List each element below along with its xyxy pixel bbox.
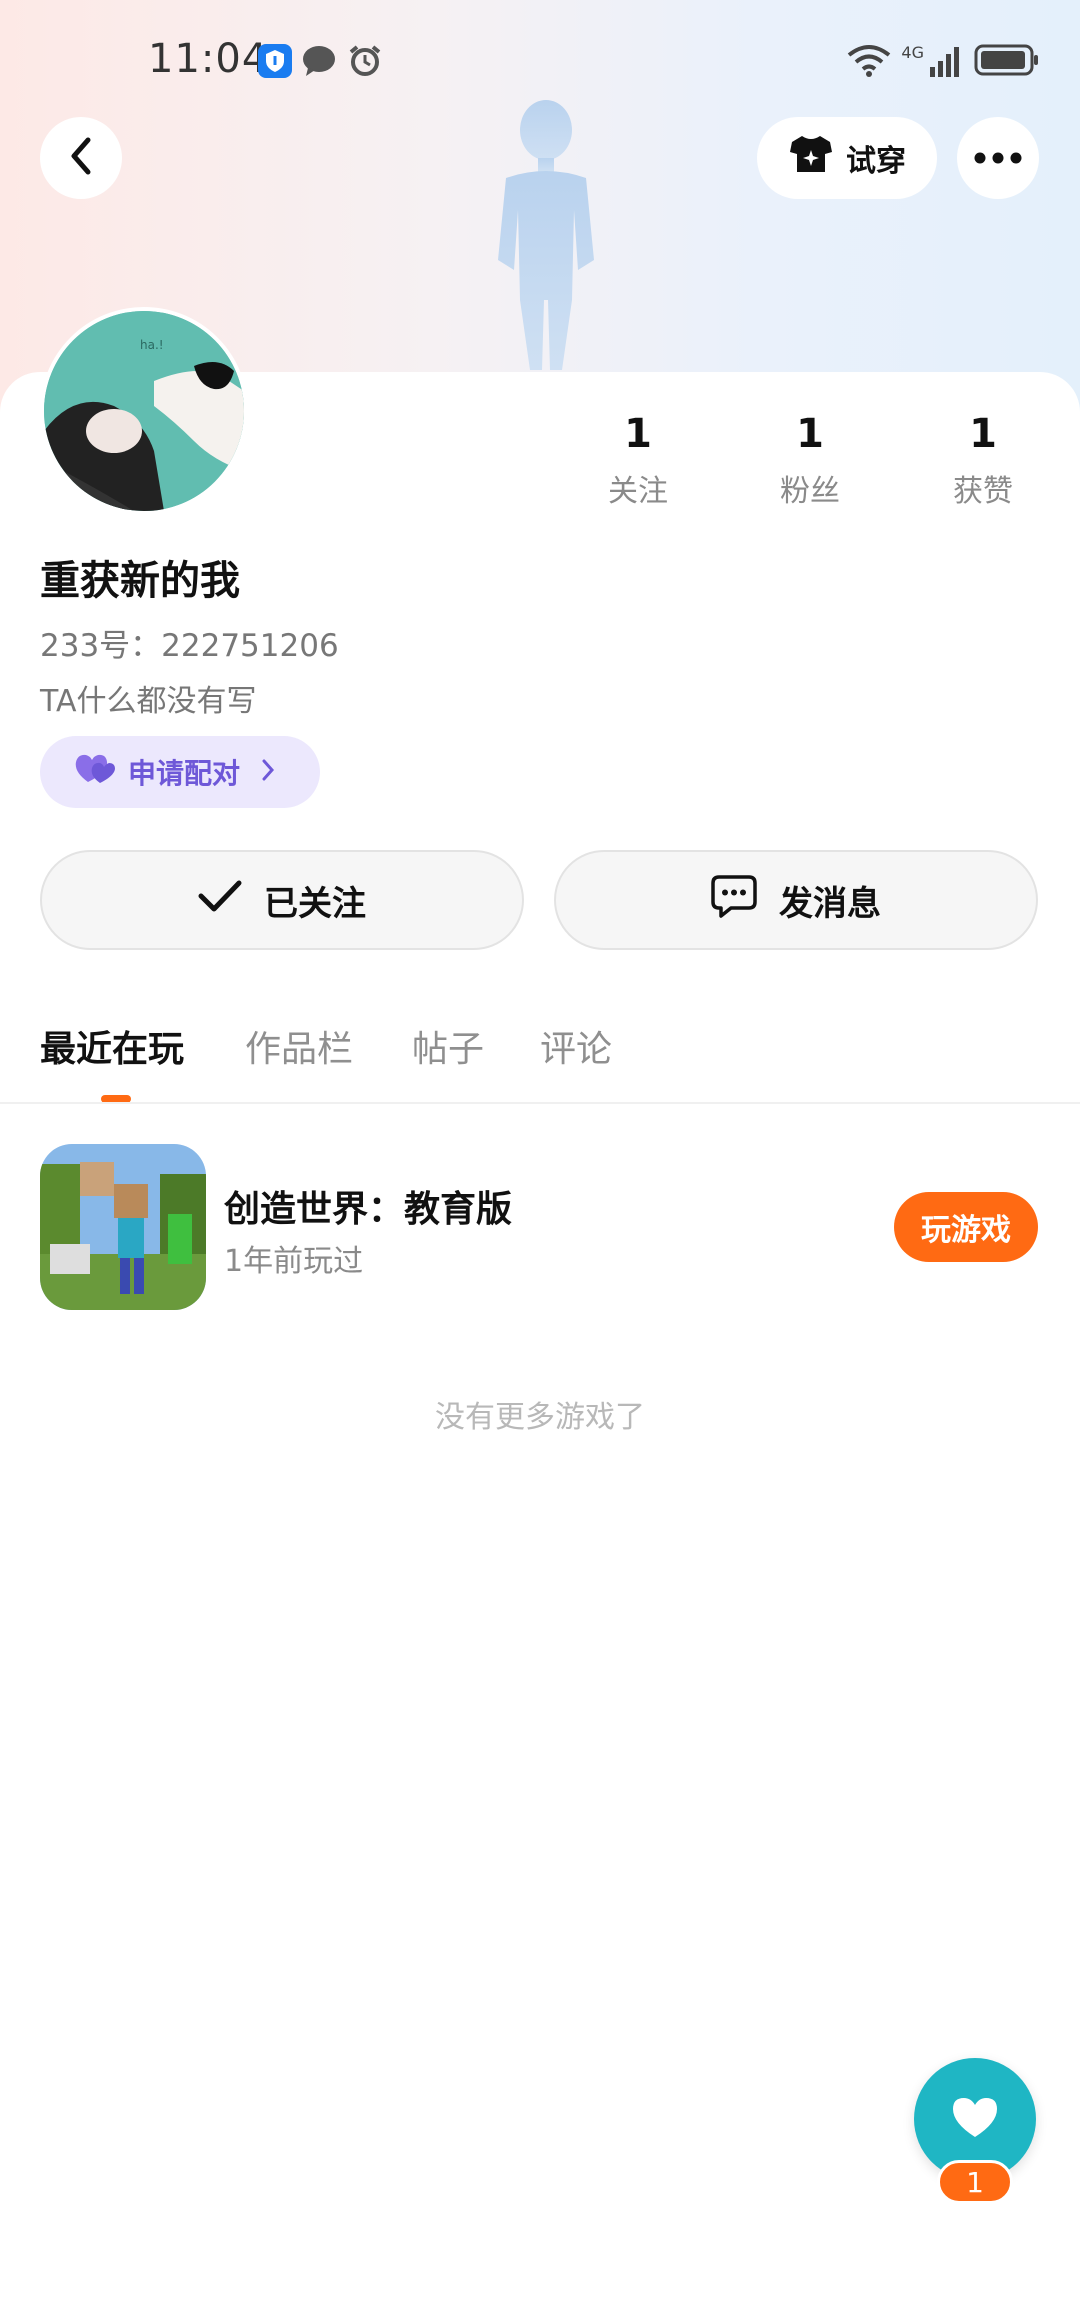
profile-nickname: 重获新的我 bbox=[40, 558, 240, 604]
profile-uid: 233号：222751206 bbox=[40, 628, 339, 664]
tshirt-sparkle-icon bbox=[788, 134, 834, 182]
stat-followers-label: 粉丝 bbox=[780, 474, 840, 509]
signal-icon bbox=[928, 43, 964, 81]
followed-label: 已关注 bbox=[264, 883, 366, 924]
stat-following-count: 1 bbox=[624, 411, 652, 457]
chat-bubble-icon bbox=[711, 874, 757, 927]
play-game-button[interactable]: 玩游戏 bbox=[894, 1192, 1038, 1262]
send-message-label: 发消息 bbox=[779, 883, 881, 924]
list-end-text: 没有更多游戏了 bbox=[435, 1400, 645, 1435]
network-type-label: 4G bbox=[901, 42, 924, 62]
stat-following-label: 关注 bbox=[608, 474, 668, 509]
double-heart-icon bbox=[74, 752, 116, 793]
more-dots-icon bbox=[974, 149, 1022, 168]
status-time: 11:04 bbox=[148, 36, 269, 82]
battery-icon bbox=[974, 43, 1040, 81]
more-button[interactable] bbox=[957, 117, 1039, 199]
chevron-left-icon bbox=[64, 136, 98, 180]
profile-bio: TA什么都没有写 bbox=[40, 684, 257, 719]
system-icons: 4G bbox=[847, 40, 1040, 84]
back-button[interactable] bbox=[40, 117, 122, 199]
try-on-button[interactable]: 试穿 bbox=[757, 117, 937, 199]
stat-likes-count: 1 bbox=[969, 411, 997, 457]
like-count-badge: 1 bbox=[937, 2160, 1013, 2204]
stat-following[interactable]: 1 关注 bbox=[578, 410, 698, 510]
stat-followers-count: 1 bbox=[796, 411, 824, 457]
heart-icon bbox=[950, 2095, 1000, 2143]
followed-button[interactable]: 已关注 bbox=[40, 850, 524, 950]
request-pairing-label: 申请配对 bbox=[128, 757, 241, 790]
try-on-label: 试穿 bbox=[846, 144, 906, 179]
avatar-figure-silhouette bbox=[498, 100, 594, 370]
shield-icon bbox=[258, 44, 292, 78]
send-message-button[interactable]: 发消息 bbox=[554, 850, 1038, 950]
tab-posts[interactable]: 帖子 bbox=[412, 1020, 484, 1072]
tab-recent-games[interactable]: 最近在玩 bbox=[40, 1020, 184, 1072]
chevron-right-icon bbox=[260, 756, 276, 789]
svg-text:ha.!: ha.! bbox=[140, 338, 164, 352]
checkmark-icon bbox=[198, 879, 242, 922]
status-bar: 11:04 4G bbox=[0, 0, 1080, 120]
game-last-played: 1年前玩过 bbox=[224, 1244, 364, 1279]
tab-works[interactable]: 作品栏 bbox=[245, 1020, 353, 1072]
alarm-icon bbox=[348, 44, 382, 78]
stat-likes[interactable]: 1 获赞 bbox=[923, 410, 1043, 510]
game-icon bbox=[40, 1144, 206, 1310]
wifi-icon bbox=[847, 43, 891, 81]
tabs-divider bbox=[0, 1102, 1080, 1104]
tab-comments[interactable]: 评论 bbox=[540, 1020, 612, 1072]
list-item[interactable]: 创造世界：教育版 1年前玩过 玩游戏 bbox=[40, 1144, 1040, 1310]
message-bubble-icon bbox=[302, 44, 336, 78]
stat-followers[interactable]: 1 粉丝 bbox=[750, 410, 870, 510]
game-title: 创造世界：教育版 bbox=[224, 1189, 513, 1230]
request-pairing-button[interactable]: 申请配对 bbox=[40, 736, 320, 808]
stat-likes-label: 获赞 bbox=[953, 474, 1013, 509]
avatar[interactable]: ha.! bbox=[40, 307, 248, 515]
